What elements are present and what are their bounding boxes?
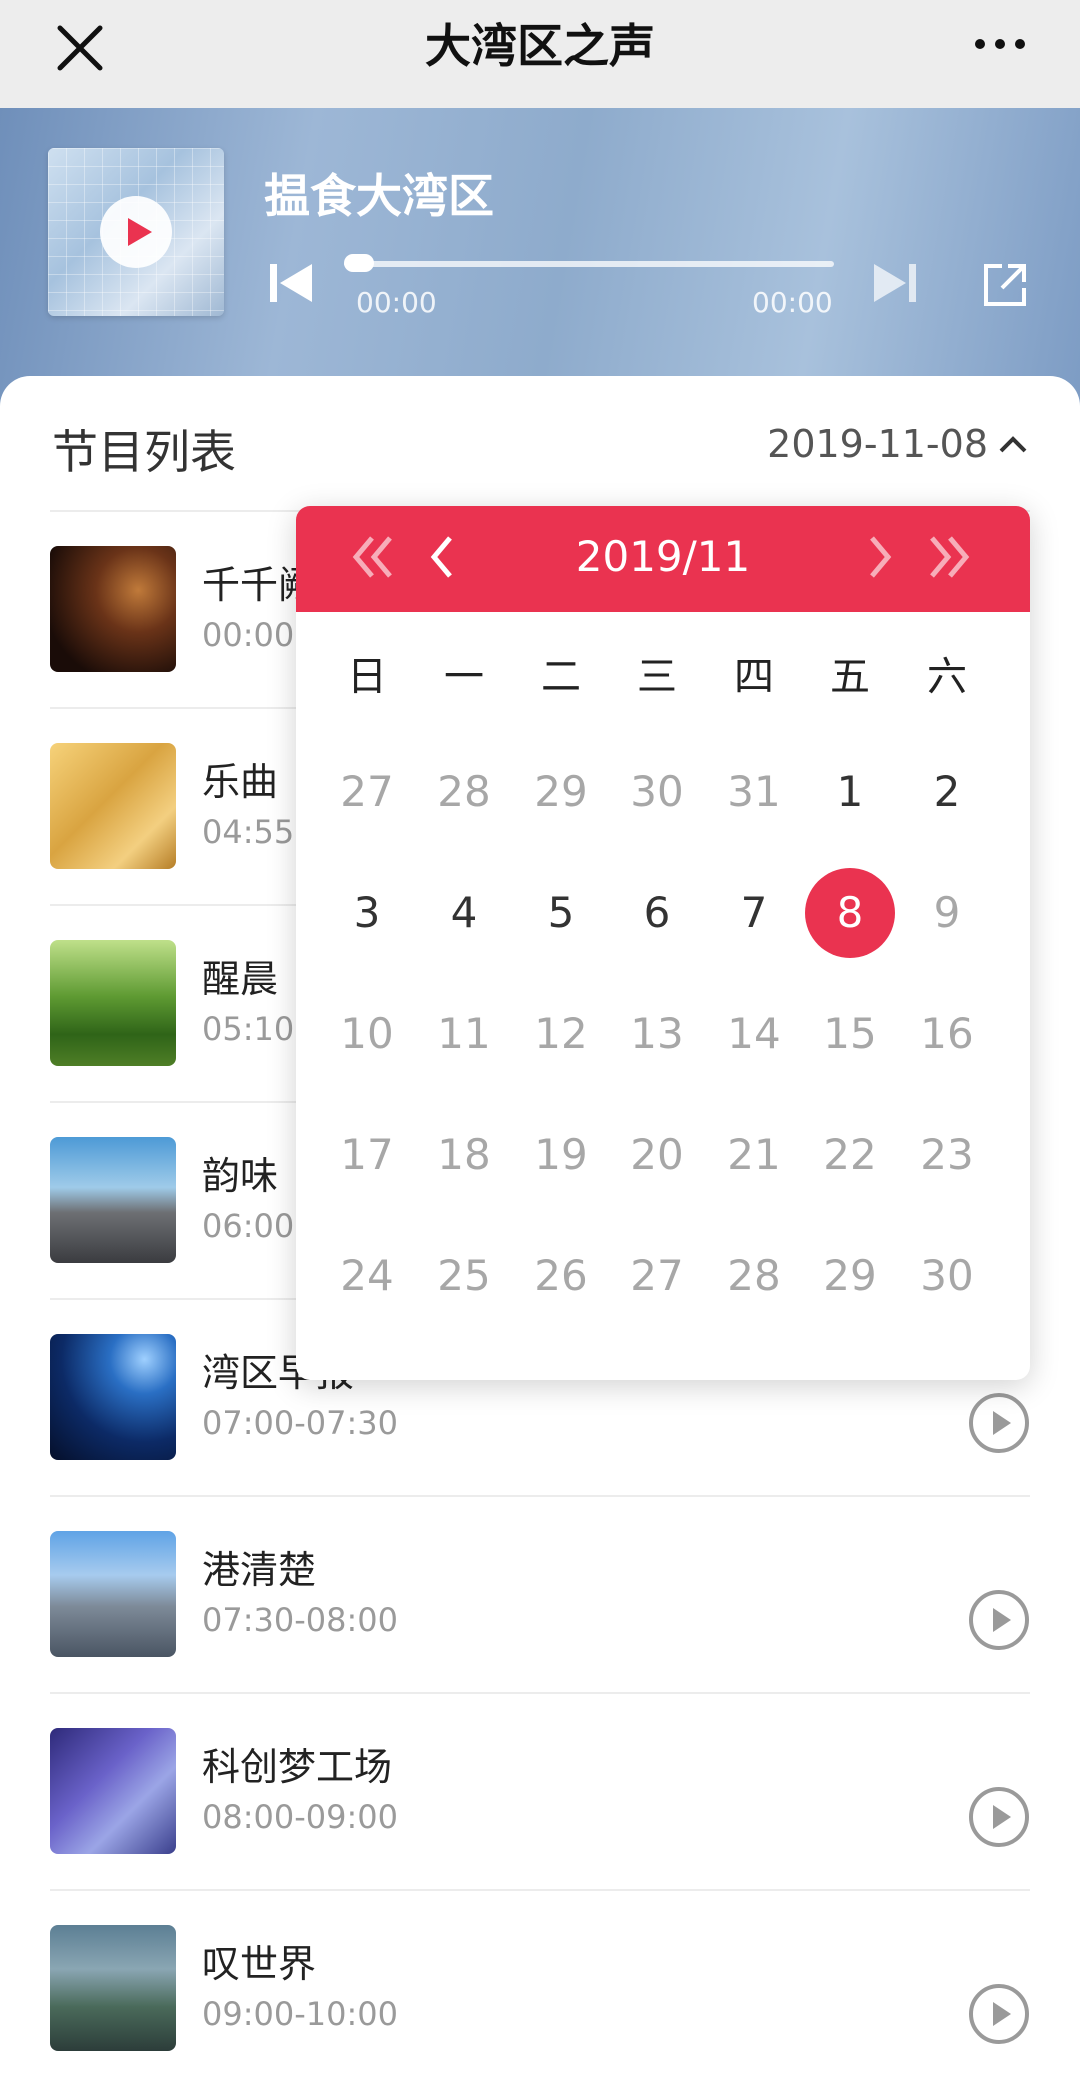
calendar-day[interactable]: 6 xyxy=(609,865,705,961)
program-time: 00:00 xyxy=(202,616,295,654)
play-circle-icon xyxy=(969,1984,1029,2044)
calendar-day[interactable]: 28 xyxy=(416,744,512,840)
progress-track[interactable] xyxy=(344,261,834,267)
program-thumbnail xyxy=(50,1531,176,1657)
program-row[interactable]: 叹世界 09:00-10:00 xyxy=(50,1889,1030,2086)
program-time: 09:00-10:00 xyxy=(202,1995,398,2033)
weekday-label: 一 xyxy=(444,654,484,700)
calendar-day[interactable]: 31 xyxy=(706,744,802,840)
next-month-icon[interactable] xyxy=(866,534,896,584)
selected-date: 2019-11-08 xyxy=(767,422,988,466)
program-row[interactable]: 港清楚 07:30-08:00 xyxy=(50,1495,1030,1692)
program-time: 07:00-07:30 xyxy=(202,1404,398,1442)
weekday-label: 五 xyxy=(830,654,870,700)
calendar-day[interactable]: 4 xyxy=(416,865,512,961)
top-nav-bar: 大湾区之声 xyxy=(0,0,1080,108)
weekday-label: 六 xyxy=(927,654,967,700)
program-name: 叹世界 xyxy=(202,1942,317,1986)
program-name: 韵味 xyxy=(202,1154,279,1198)
next-year-icon[interactable] xyxy=(926,534,972,584)
program-time: 04:55 xyxy=(202,813,295,851)
calendar-day[interactable]: 2 xyxy=(899,744,995,840)
calendar-day[interactable]: 7 xyxy=(706,865,802,961)
program-row[interactable]: 科创梦工场 08:00-09:00 xyxy=(50,1692,1030,1889)
play-circle-icon xyxy=(969,1787,1029,1847)
program-thumbnail xyxy=(50,743,176,869)
play-program-button[interactable] xyxy=(968,1983,1030,2045)
calendar-day[interactable]: 12 xyxy=(513,986,609,1082)
weekday-label: 三 xyxy=(637,654,677,700)
play-icon xyxy=(128,218,152,246)
play-program-button[interactable] xyxy=(968,1392,1030,1454)
calendar-day[interactable]: 29 xyxy=(513,744,609,840)
program-time: 05:10 xyxy=(202,1010,295,1048)
calendar-day[interactable]: 24 xyxy=(319,1228,415,1324)
program-thumbnail xyxy=(50,1925,176,2051)
share-icon[interactable] xyxy=(980,260,1030,314)
program-thumbnail xyxy=(50,546,176,672)
play-program-button[interactable] xyxy=(968,1786,1030,1848)
calendar-day[interactable]: 5 xyxy=(513,865,609,961)
calendar-month: 2019/11 xyxy=(575,532,751,581)
calendar-day[interactable]: 10 xyxy=(319,986,415,1082)
program-name: 醒晨 xyxy=(202,957,279,1001)
weekday-label: 二 xyxy=(541,654,581,700)
next-track-icon[interactable] xyxy=(872,260,918,310)
calendar-day[interactable]: 16 xyxy=(899,986,995,1082)
play-circle-icon xyxy=(969,1590,1029,1650)
calendar-day[interactable]: 25 xyxy=(416,1228,512,1324)
calendar-day[interactable]: 3 xyxy=(319,865,415,961)
previous-track-icon[interactable] xyxy=(268,260,314,310)
calendar-day[interactable]: 17 xyxy=(319,1107,415,1203)
calendar-day[interactable]: 23 xyxy=(899,1107,995,1203)
program-time: 06:00 xyxy=(202,1207,295,1245)
calendar-day[interactable]: 13 xyxy=(609,986,705,1082)
program-name: 科创梦工场 xyxy=(202,1745,393,1789)
calendar-day[interactable]: 11 xyxy=(416,986,512,1082)
now-playing-title: 揾食大湾区 xyxy=(264,169,494,223)
total-time: 00:00 xyxy=(752,286,833,319)
calendar-header: 2019/11 xyxy=(296,506,1030,612)
program-thumbnail xyxy=(50,1137,176,1263)
calendar-day[interactable]: 14 xyxy=(706,986,802,1082)
calendar-day[interactable]: 15 xyxy=(802,986,898,1082)
play-circle-icon xyxy=(969,1393,1029,1453)
calendar-day[interactable]: 29 xyxy=(802,1228,898,1324)
calendar-day[interactable]: 27 xyxy=(319,744,415,840)
date-selector[interactable]: 2019-11-08 xyxy=(767,422,1028,466)
current-time: 00:00 xyxy=(356,286,437,319)
calendar-day[interactable]: 19 xyxy=(513,1107,609,1203)
calendar-day[interactable]: 30 xyxy=(609,744,705,840)
program-time: 07:30-08:00 xyxy=(202,1601,398,1639)
calendar-popover: 2019/11 日 一 二 三 四 五 六 27 28 29 30 31 1 2… xyxy=(296,506,1030,1380)
calendar-day[interactable]: 27 xyxy=(609,1228,705,1324)
calendar-day[interactable]: 28 xyxy=(706,1228,802,1324)
play-button[interactable] xyxy=(100,196,172,268)
page-title: 大湾区之声 xyxy=(425,19,655,73)
program-cover xyxy=(48,148,224,316)
program-time: 08:00-09:00 xyxy=(202,1798,398,1836)
weekday-label: 四 xyxy=(734,654,774,700)
program-thumbnail xyxy=(50,1334,176,1460)
calendar-day[interactable]: 22 xyxy=(802,1107,898,1203)
program-name: 乐曲 xyxy=(202,760,279,804)
calendar-day[interactable]: 21 xyxy=(706,1107,802,1203)
progress-knob[interactable] xyxy=(344,254,374,272)
program-list-title: 节目列表 xyxy=(52,425,236,479)
calendar-day[interactable]: 30 xyxy=(899,1228,995,1324)
calendar-day[interactable]: 26 xyxy=(513,1228,609,1324)
program-thumbnail xyxy=(50,1728,176,1854)
calendar-day[interactable]: 1 xyxy=(802,744,898,840)
calendar-day[interactable]: 18 xyxy=(416,1107,512,1203)
weekday-label: 日 xyxy=(347,654,387,700)
more-icon[interactable] xyxy=(972,24,1028,64)
calendar-day[interactable]: 9 xyxy=(899,865,995,961)
program-thumbnail xyxy=(50,940,176,1066)
chevron-up-icon xyxy=(999,436,1027,453)
audio-player: 揾食大湾区 00:00 00:00 xyxy=(0,108,1080,408)
calendar-day-selected[interactable]: 8 xyxy=(802,865,898,961)
play-program-button[interactable] xyxy=(968,1589,1030,1651)
program-name: 港清楚 xyxy=(202,1548,317,1592)
calendar-day[interactable]: 20 xyxy=(609,1107,705,1203)
